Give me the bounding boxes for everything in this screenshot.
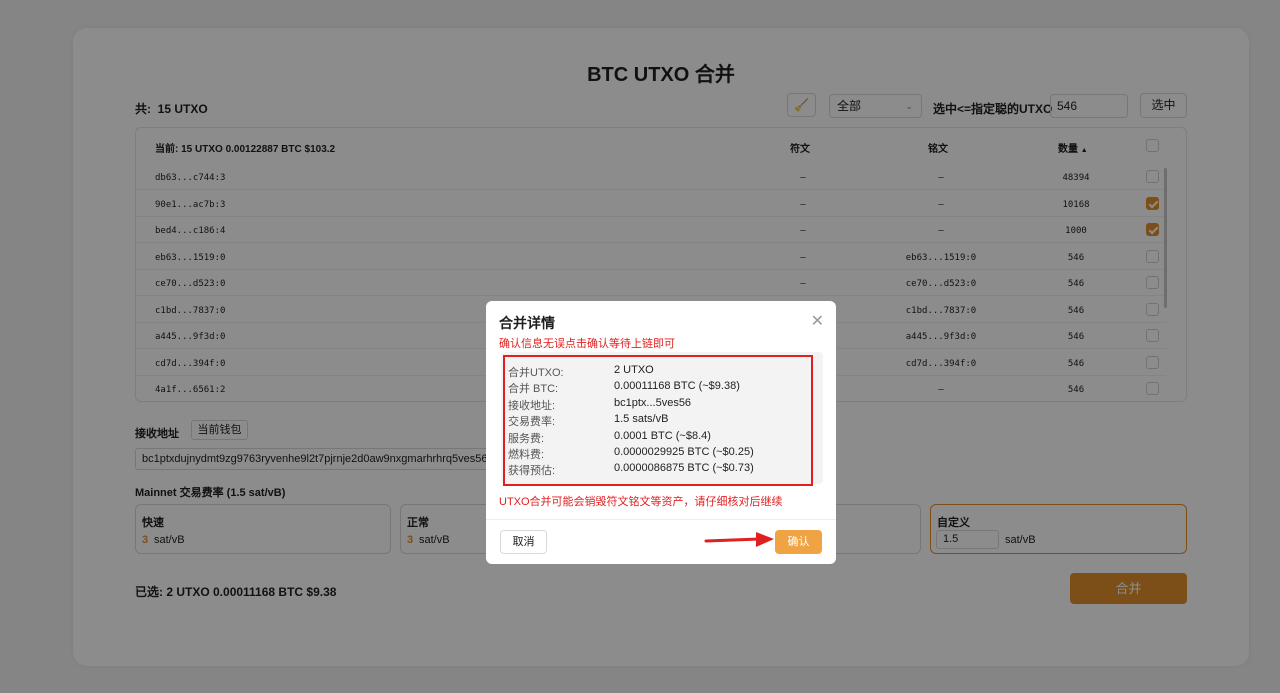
highlight-box — [503, 355, 813, 486]
modal-warning: UTXO合并可能会销毁符文铭文等资产，请仔细核对后继续 — [499, 493, 783, 509]
modal-hint: 确认信息无误点击确认等待上链即可 — [499, 335, 675, 351]
arrow-icon — [704, 529, 776, 551]
modal-title: 合并详情 — [499, 313, 555, 333]
confirm-button[interactable]: 确认 — [775, 530, 822, 554]
close-icon[interactable]: ✕ — [811, 311, 824, 331]
cancel-button[interactable]: 取消 — [500, 530, 547, 554]
merge-details-modal: 合并详情 ✕ 确认信息无误点击确认等待上链即可 合并UTXO:2 UTXO合并 … — [486, 301, 836, 564]
modal-divider — [486, 519, 836, 520]
